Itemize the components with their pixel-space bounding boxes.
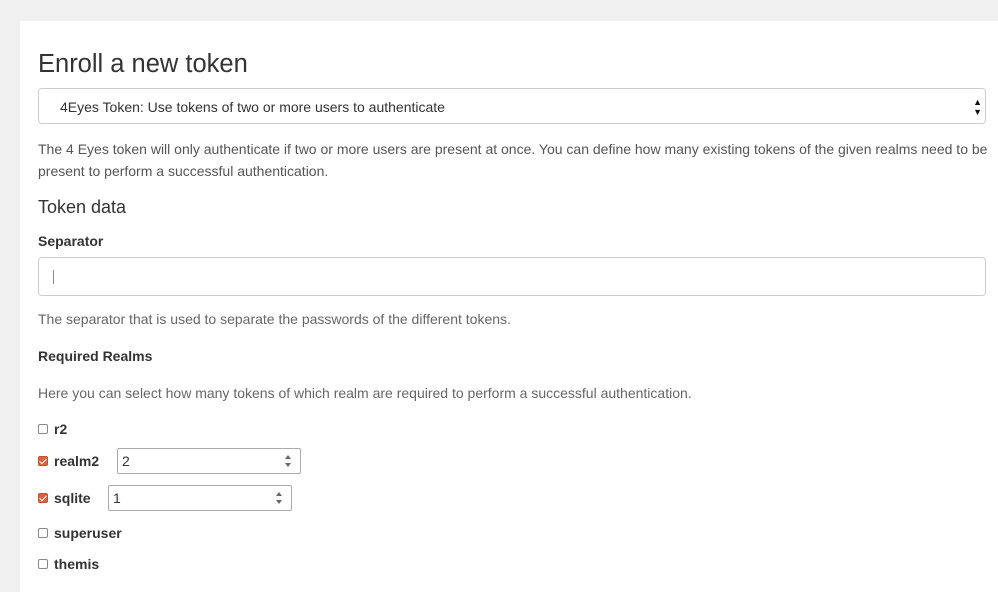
required-realms-help-text: Here you can select how many tokens of w…: [38, 385, 692, 401]
token-data-heading: Token data: [38, 197, 127, 217]
realm-count-value-realm2: 2: [122, 453, 130, 469]
spinner-arrows-icon[interactable]: [285, 453, 293, 469]
enroll-token-panel: Enroll a new token 4Eyes Token: Use toke…: [20, 21, 998, 592]
chevron-down-icon: ▲ ▼: [973, 97, 982, 117]
realm-checkbox-r2[interactable]: [38, 424, 48, 434]
token-type-description: The 4 Eyes token will only authenticate …: [38, 141, 988, 179]
token-type-select[interactable]: 4Eyes Token: Use tokens of two or more u…: [38, 88, 986, 124]
realm-count-input-realm2[interactable]: 2: [117, 448, 301, 474]
realm-name-r2: r2: [54, 421, 68, 437]
realm-checkbox-sqlite[interactable]: [38, 493, 48, 503]
text-caret: [53, 270, 54, 284]
realm-name-themis: themis: [54, 556, 100, 572]
realm-name-realm2: realm2: [54, 453, 100, 469]
separator-input[interactable]: [38, 257, 986, 296]
separator-label: Separator: [38, 233, 104, 249]
realm-count-input-sqlite[interactable]: 1: [108, 485, 292, 511]
realm-name-sqlite: sqlite: [54, 490, 91, 506]
spinner-arrows-icon[interactable]: [276, 490, 284, 506]
realm-name-superuser: superuser: [54, 525, 122, 541]
realm-checkbox-themis[interactable]: [38, 559, 48, 569]
page-title: Enroll a new token: [38, 50, 248, 78]
separator-help-text: The separator that is used to separate t…: [38, 311, 511, 327]
realm-checkbox-realm2[interactable]: [38, 456, 48, 466]
realm-count-value-sqlite: 1: [113, 490, 121, 506]
realm-checkbox-superuser[interactable]: [38, 528, 48, 538]
required-realms-label: Required Realms: [38, 348, 153, 364]
token-type-selected-value: 4Eyes Token: Use tokens of two or more u…: [60, 99, 445, 115]
